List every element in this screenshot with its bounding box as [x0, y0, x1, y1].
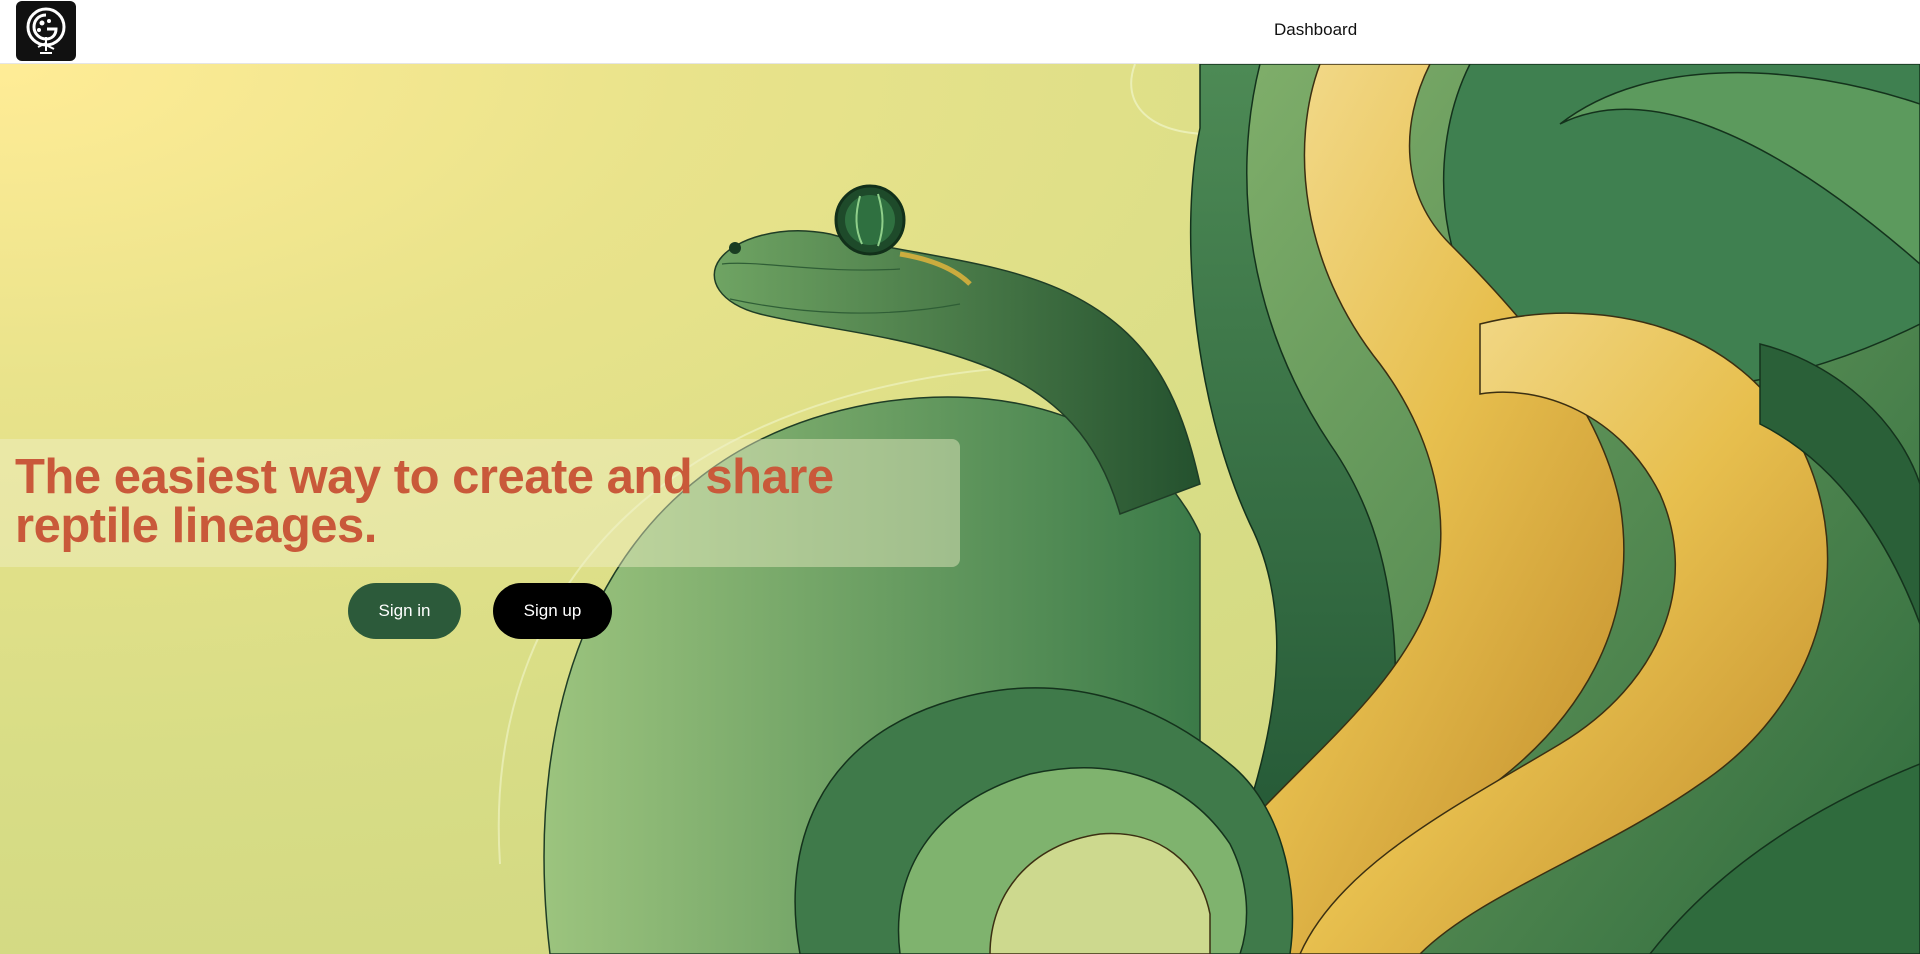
hero-headline: The easiest way to create and share rept… — [15, 450, 834, 553]
hero-section: The easiest way to create and share rept… — [0, 64, 1920, 954]
nav-dashboard-link[interactable]: Dashboard — [1274, 20, 1357, 40]
sign-up-button[interactable]: Sign up — [493, 583, 612, 639]
tree-g-logo-icon[interactable] — [16, 1, 76, 61]
top-nav-bar: Dashboard — [0, 0, 1920, 64]
sign-in-button[interactable]: Sign in — [348, 583, 461, 639]
